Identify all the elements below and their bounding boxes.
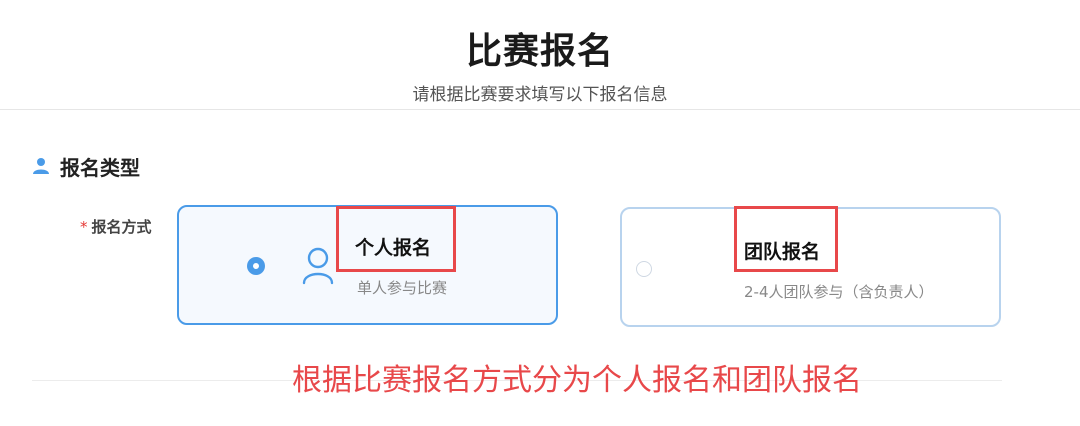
option-description: 单人参与比赛 [357, 279, 448, 297]
annotation-text: 根据比赛报名方式分为个人报名和团队报名 [292, 363, 862, 398]
registration-page: 比赛报名 请根据比赛要求填写以下报名信息 报名类型 * 报名方式 个人报名 单人参… [0, 0, 1080, 426]
user-icon [33, 158, 49, 174]
required-mark: * [80, 218, 88, 236]
page-subtitle: 请根据比赛要求填写以下报名信息 [412, 85, 668, 105]
radio-unselected[interactable] [636, 261, 652, 277]
highlight-box-individual [336, 206, 456, 272]
section-title: 报名类型 [60, 155, 140, 180]
page-title: 比赛报名 [465, 31, 614, 72]
user-icon [302, 247, 334, 285]
field-label-text: 报名方式 [91, 218, 152, 236]
highlight-box-team [734, 206, 838, 272]
page-header: 比赛报名 请根据比赛要求填写以下报名信息 [0, 0, 1080, 110]
option-description: 2-4人团队参与（含负责人） [744, 283, 934, 301]
radio-selected[interactable] [247, 257, 265, 275]
section-header: 报名类型 [32, 152, 140, 180]
registration-method-label: * 报名方式 [80, 216, 152, 237]
